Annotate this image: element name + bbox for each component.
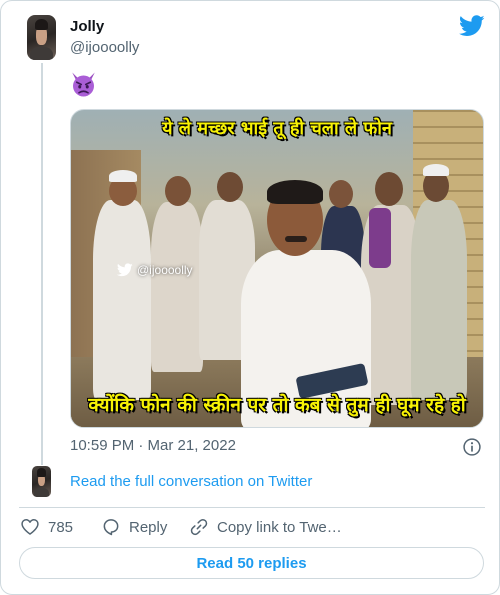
- twitter-bird-icon: [117, 263, 133, 277]
- twitter-bird-icon[interactable]: [459, 15, 485, 37]
- read-conversation-link[interactable]: Read the full conversation on Twitter: [70, 473, 312, 490]
- thread-line: [41, 63, 43, 465]
- copy-link-button[interactable]: Copy link to Twe…: [189, 517, 342, 537]
- tweet-media-image[interactable]: ये ले मच्छर भाई तू ही चला ले फोन क्योंकि…: [70, 109, 484, 428]
- divider: [19, 507, 485, 508]
- author-display-name[interactable]: Jolly: [70, 18, 104, 35]
- speech-bubble-icon: [103, 519, 119, 536]
- heart-icon: [21, 519, 39, 535]
- tweet-timestamp[interactable]: 10:59 PM · Mar 21, 2022: [70, 437, 236, 454]
- meme-caption-top: ये ले मच्छर भाई तू ही चला ले फोन: [162, 118, 392, 139]
- like-count: 785: [48, 518, 74, 536]
- reply-button[interactable]: Reply: [101, 517, 167, 537]
- author-avatar[interactable]: [27, 15, 56, 60]
- like-button[interactable]: 785: [20, 517, 73, 537]
- reply-label: Reply: [129, 518, 168, 536]
- meme-caption-bottom: क्योंकि फोन की स्क्रीन पर तो कब से तुम ह…: [88, 394, 466, 416]
- copy-link-label: Copy link to Twe…: [217, 518, 342, 536]
- angry-devil-face-icon: [72, 72, 95, 97]
- watermark-handle: @ijoooolly: [137, 263, 193, 277]
- info-icon[interactable]: [462, 437, 482, 457]
- read-replies-button[interactable]: Read 50 replies: [19, 547, 484, 579]
- media-watermark: @ijoooolly: [117, 263, 193, 277]
- link-icon: [190, 518, 208, 536]
- author-avatar-small[interactable]: [32, 466, 51, 497]
- author-handle[interactable]: @ijoooolly: [70, 39, 139, 56]
- tweet-card: Jolly @ijoooolly ये ले मच्छर भाई तू ही च…: [0, 0, 500, 595]
